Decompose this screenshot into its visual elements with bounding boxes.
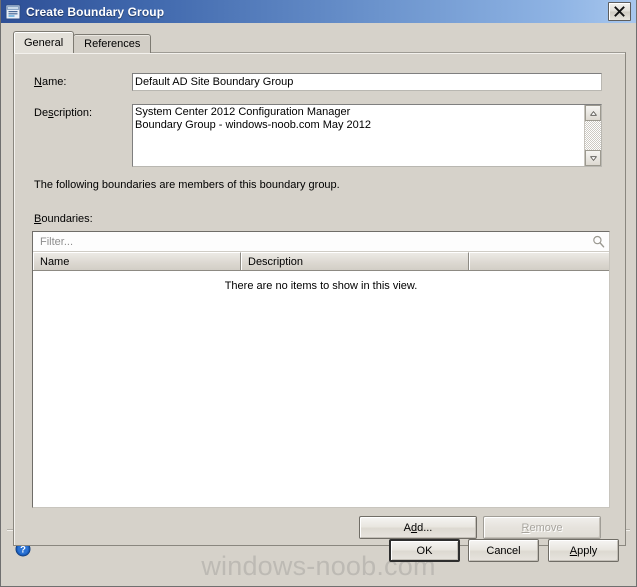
tab-general-label: General [24,36,64,49]
add-button-pre: A [403,521,411,534]
tab-references[interactable]: References [73,34,152,53]
ok-button[interactable]: OK [389,539,460,562]
filter-row [33,232,609,252]
close-icon[interactable] [608,2,631,21]
list-column-header: Name Description [33,252,609,271]
name-label-accel: N [34,76,42,88]
watermark: windows-noob.com [201,551,436,581]
column-header-name[interactable]: Name [33,252,241,270]
tab-general[interactable]: General [13,31,75,53]
cancel-button-label: Cancel [486,544,521,557]
name-input[interactable] [132,73,602,91]
boundaries-note: The following boundaries are members of … [34,179,340,191]
dialog-body: General References Name: Description: Sy… [1,23,636,586]
scrollbar-track[interactable] [585,121,601,150]
remove-button-accel: R [521,521,530,534]
description-scrollbar[interactable] [584,105,601,166]
cancel-button[interactable]: Cancel [468,539,539,562]
name-label: Name: [34,76,66,88]
search-input[interactable] [38,234,591,249]
remove-button-rest: emove [529,521,563,534]
column-header-description[interactable]: Description [241,252,469,270]
boundaries-label: Boundaries: [34,213,93,225]
description-label-rest: cription: [53,107,93,119]
name-label-rest: ame: [41,76,67,88]
boundaries-label-rest: oundaries: [41,213,93,225]
remove-button[interactable]: Remove [483,516,601,539]
tab-references-label: References [84,38,141,50]
description-field-wrapper: System Center 2012 Configuration Manager… [132,104,602,167]
apply-button[interactable]: Apply [548,539,619,562]
add-button-rest: d... [417,521,433,534]
scroll-up-icon[interactable] [585,105,601,121]
empty-list-message: There are no items to show in this view. [224,280,418,292]
form-window-icon [5,4,21,20]
window-title: Create Boundary Group [26,4,165,19]
list-area[interactable]: There are no items to show in this view. [33,271,609,507]
boundaries-listbox: Name Description There are no items to s… [32,231,610,508]
apply-button-accel: A [569,544,578,557]
scroll-down-icon[interactable] [585,150,601,166]
create-boundary-group-dialog: Create Boundary Group General References… [0,0,637,587]
titlebar: Create Boundary Group [1,0,636,23]
tabstrip: General References [13,31,152,53]
ok-button-label: OK [416,544,433,557]
tabpage-general: Name: Description: System Center 2012 Co… [13,52,626,546]
description-label-pre: De [34,107,49,119]
search-icon[interactable] [591,234,606,249]
description-textarea[interactable]: System Center 2012 Configuration Manager… [133,105,584,166]
add-button[interactable]: Ad d... [359,516,477,539]
column-header-blank[interactable] [469,252,609,270]
description-label: Description: [34,107,92,119]
apply-button-rest: pply [577,544,598,557]
